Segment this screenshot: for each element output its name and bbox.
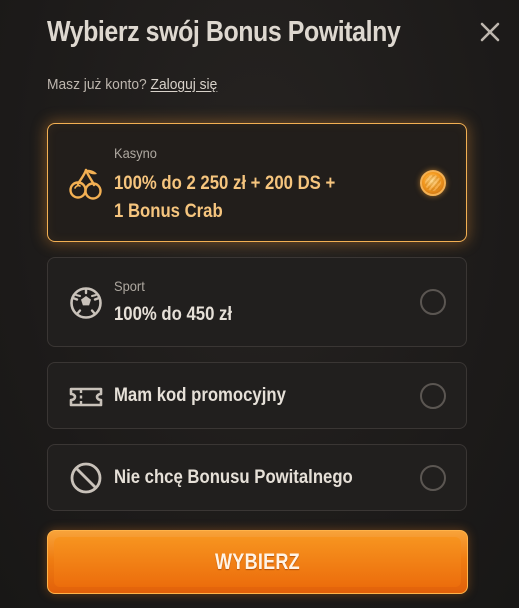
login-prompt: Masz już konto? Zaloguj się <box>47 76 217 93</box>
option-promo-text: Mam kod promocyjny <box>114 385 286 406</box>
option-casino-line1: 100% do 2 250 zł + 200 DS + <box>114 173 336 194</box>
option-no-bonus-text: Nie chcę Bonusu Powitalnego <box>114 467 353 488</box>
choose-button[interactable]: WYBIERZ <box>47 530 468 594</box>
option-casino-label: Kasyno <box>114 145 157 161</box>
option-sport-label: Sport <box>114 278 145 294</box>
bonus-modal: Wybierz swój Bonus Powitalny Masz już ko… <box>0 0 519 608</box>
login-link[interactable]: Zaloguj się <box>151 76 218 93</box>
option-promo-code[interactable]: Mam kod promocyjny <box>47 362 467 429</box>
choose-button-label: WYBIERZ <box>215 549 300 574</box>
close-button[interactable] <box>476 18 504 46</box>
prohibited-icon <box>70 462 102 494</box>
ticket-icon <box>69 387 103 407</box>
option-casino[interactable]: Kasyno 100% do 2 250 zł + 200 DS + 1 Bon… <box>47 123 467 242</box>
radio-casino[interactable] <box>420 170 446 196</box>
radio-sport[interactable] <box>420 289 446 315</box>
radio-promo[interactable] <box>420 383 446 409</box>
option-sport[interactable]: Sport 100% do 450 zł <box>47 257 467 347</box>
login-prompt-text: Masz już konto? <box>47 76 147 93</box>
radio-no-bonus[interactable] <box>420 465 446 491</box>
option-sport-line1: 100% do 450 zł <box>114 304 233 325</box>
modal-title: Wybierz swój Bonus Powitalny <box>47 16 401 48</box>
option-no-bonus[interactable]: Nie chcę Bonusu Powitalnego <box>47 444 467 511</box>
cherries-icon <box>69 168 102 200</box>
close-icon <box>480 22 500 42</box>
soccer-ball-icon <box>70 287 102 319</box>
option-casino-line2: 1 Bonus Crab <box>114 201 223 222</box>
